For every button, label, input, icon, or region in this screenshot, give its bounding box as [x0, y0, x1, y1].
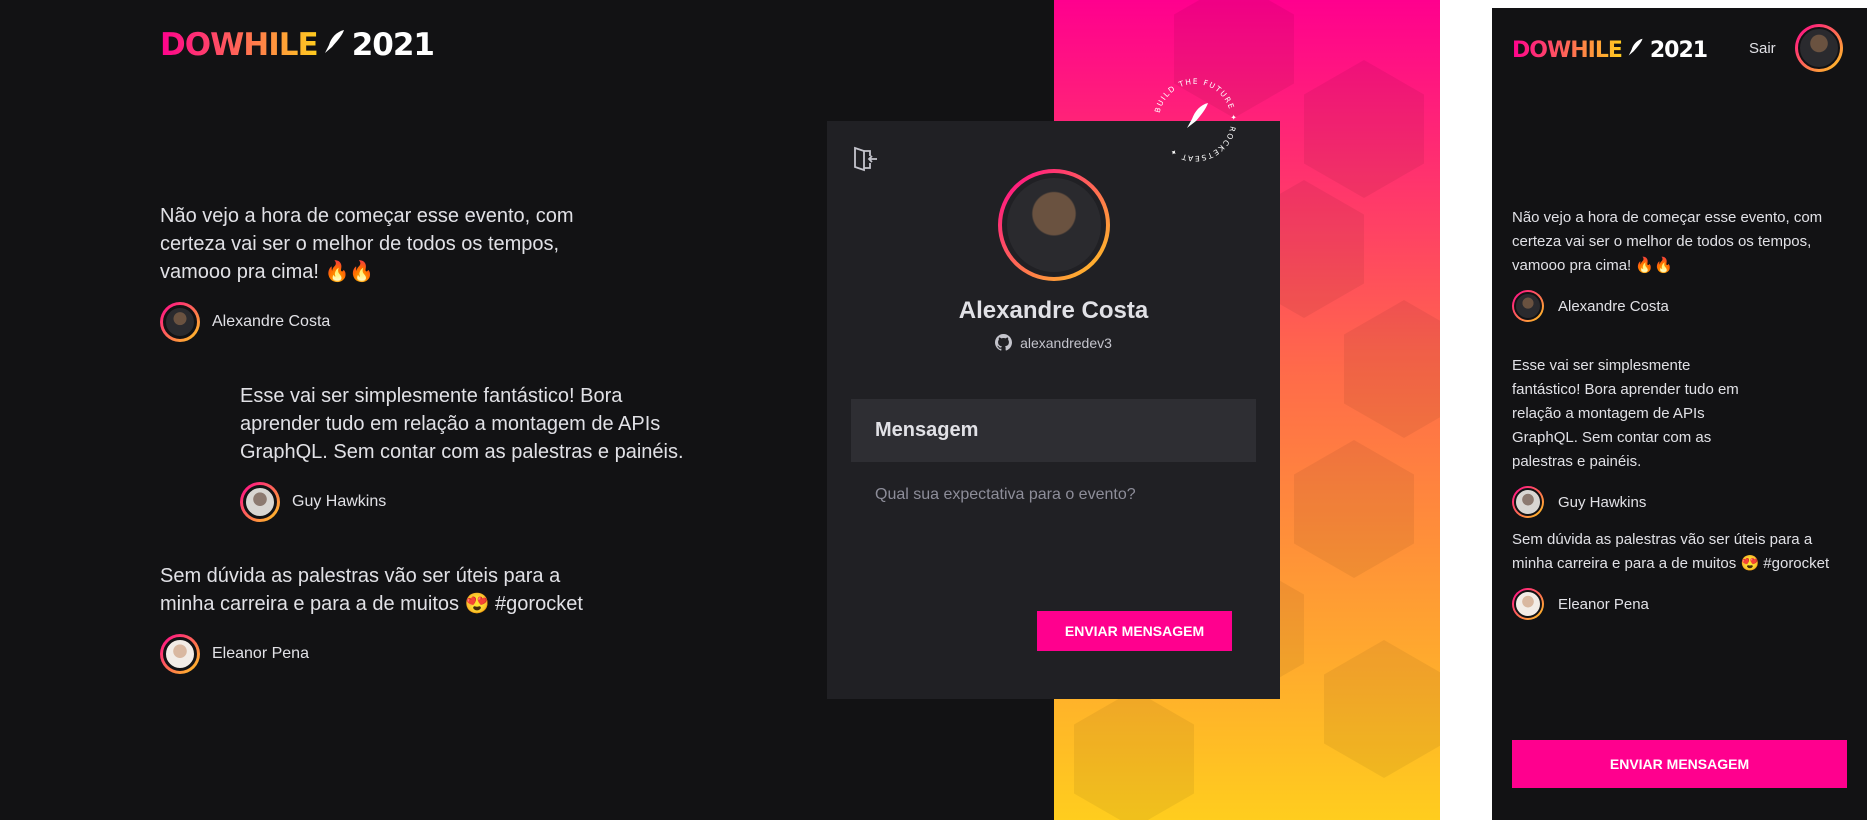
avatar — [1512, 486, 1544, 518]
message-user: Alexandre Costa — [160, 302, 590, 342]
message-author: Alexandre Costa — [1558, 297, 1669, 315]
message-text: Sem dúvida as palestras vão ser úteis pa… — [1512, 531, 1830, 572]
message-text: Esse vai ser simplesmente fantástico! Bo… — [1512, 357, 1739, 470]
message-item: Não vejo a hora de começar esse evento, … — [1512, 206, 1842, 322]
message-user: Guy Hawkins — [240, 482, 690, 522]
build-the-future-seal: BUILD THE FUTURE ✦ ROCKETSEAT ✦ — [1153, 77, 1237, 163]
dowhile-logo: DOWHILE 2021 — [1512, 38, 1708, 63]
github-icon — [995, 334, 1013, 351]
message-item: Esse vai ser simplesmente fantástico! Bo… — [1512, 354, 1757, 518]
logo-text-year: 2021 — [351, 27, 435, 63]
avatar — [160, 302, 200, 342]
logo-text-dowhile: DOWHILE — [160, 27, 319, 63]
message-user: Guy Hawkins — [1512, 486, 1757, 518]
message-author: Eleanor Pena — [212, 645, 309, 662]
send-message-button[interactable]: ENVIAR MENSAGEM — [1512, 740, 1847, 788]
message-form: Mensagem Enviar mensagem — [851, 399, 1256, 675]
github-login[interactable]: alexandredev3 — [827, 334, 1280, 351]
message-user: Alexandre Costa — [1512, 290, 1842, 322]
mobile-view: DOWHILE 2021 Sair Não vejo a hora de com… — [1492, 8, 1867, 820]
message-text: Esse vai ser simplesmente fantástico! Bo… — [240, 385, 684, 463]
message-user: Eleanor Pena — [1512, 588, 1857, 620]
user-card: Alexandre Costa alexandredev3 Mensagem E… — [827, 121, 1280, 699]
message-author: Guy Hawkins — [1558, 493, 1647, 511]
message-item: Não vejo a hora de começar esse evento, … — [160, 202, 590, 342]
message-text: Não vejo a hora de começar esse evento, … — [160, 205, 574, 283]
send-message-button[interactable]: Enviar mensagem — [1037, 611, 1232, 651]
card-avatar — [998, 169, 1110, 281]
rocket-icon — [1628, 38, 1644, 63]
message-input[interactable] — [875, 486, 1232, 586]
message-author: Guy Hawkins — [292, 493, 387, 510]
user-name: Alexandre Costa — [958, 297, 1149, 324]
message-author: Alexandre Costa — [212, 313, 331, 330]
dowhile-logo: DOWHILE 2021 — [160, 27, 435, 63]
avatar — [1512, 290, 1544, 322]
avatar — [240, 482, 280, 522]
logo-text-dowhile: DOWHILE — [1512, 38, 1623, 63]
user-avatar[interactable] — [1795, 24, 1843, 72]
logo-text-year: 2021 — [1649, 38, 1708, 63]
github-username: alexandredev3 — [1020, 334, 1112, 351]
message-item: Esse vai ser simplesmente fantástico! Bo… — [240, 382, 690, 522]
avatar — [160, 634, 200, 674]
sign-out-link[interactable]: Sair — [1749, 40, 1776, 57]
message-item: Sem dúvida as palestras vão ser úteis pa… — [160, 562, 600, 674]
form-title: Mensagem — [851, 399, 1256, 462]
desktop-view: DOWHILE 2021 Não vejo a hora de começar … — [0, 0, 1440, 820]
sign-out-icon[interactable] — [851, 145, 879, 173]
message-author: Eleanor Pena — [1558, 595, 1649, 613]
message-text: Não vejo a hora de começar esse evento, … — [1512, 209, 1823, 274]
message-text: Sem dúvida as palestras vão ser úteis pa… — [160, 565, 583, 615]
rocket-icon — [324, 27, 346, 63]
message-user: Eleanor Pena — [160, 634, 600, 674]
avatar — [1512, 588, 1544, 620]
message-area: Enviar mensagem — [851, 462, 1256, 675]
message-item: Sem dúvida as palestras vão ser úteis pa… — [1512, 528, 1857, 620]
